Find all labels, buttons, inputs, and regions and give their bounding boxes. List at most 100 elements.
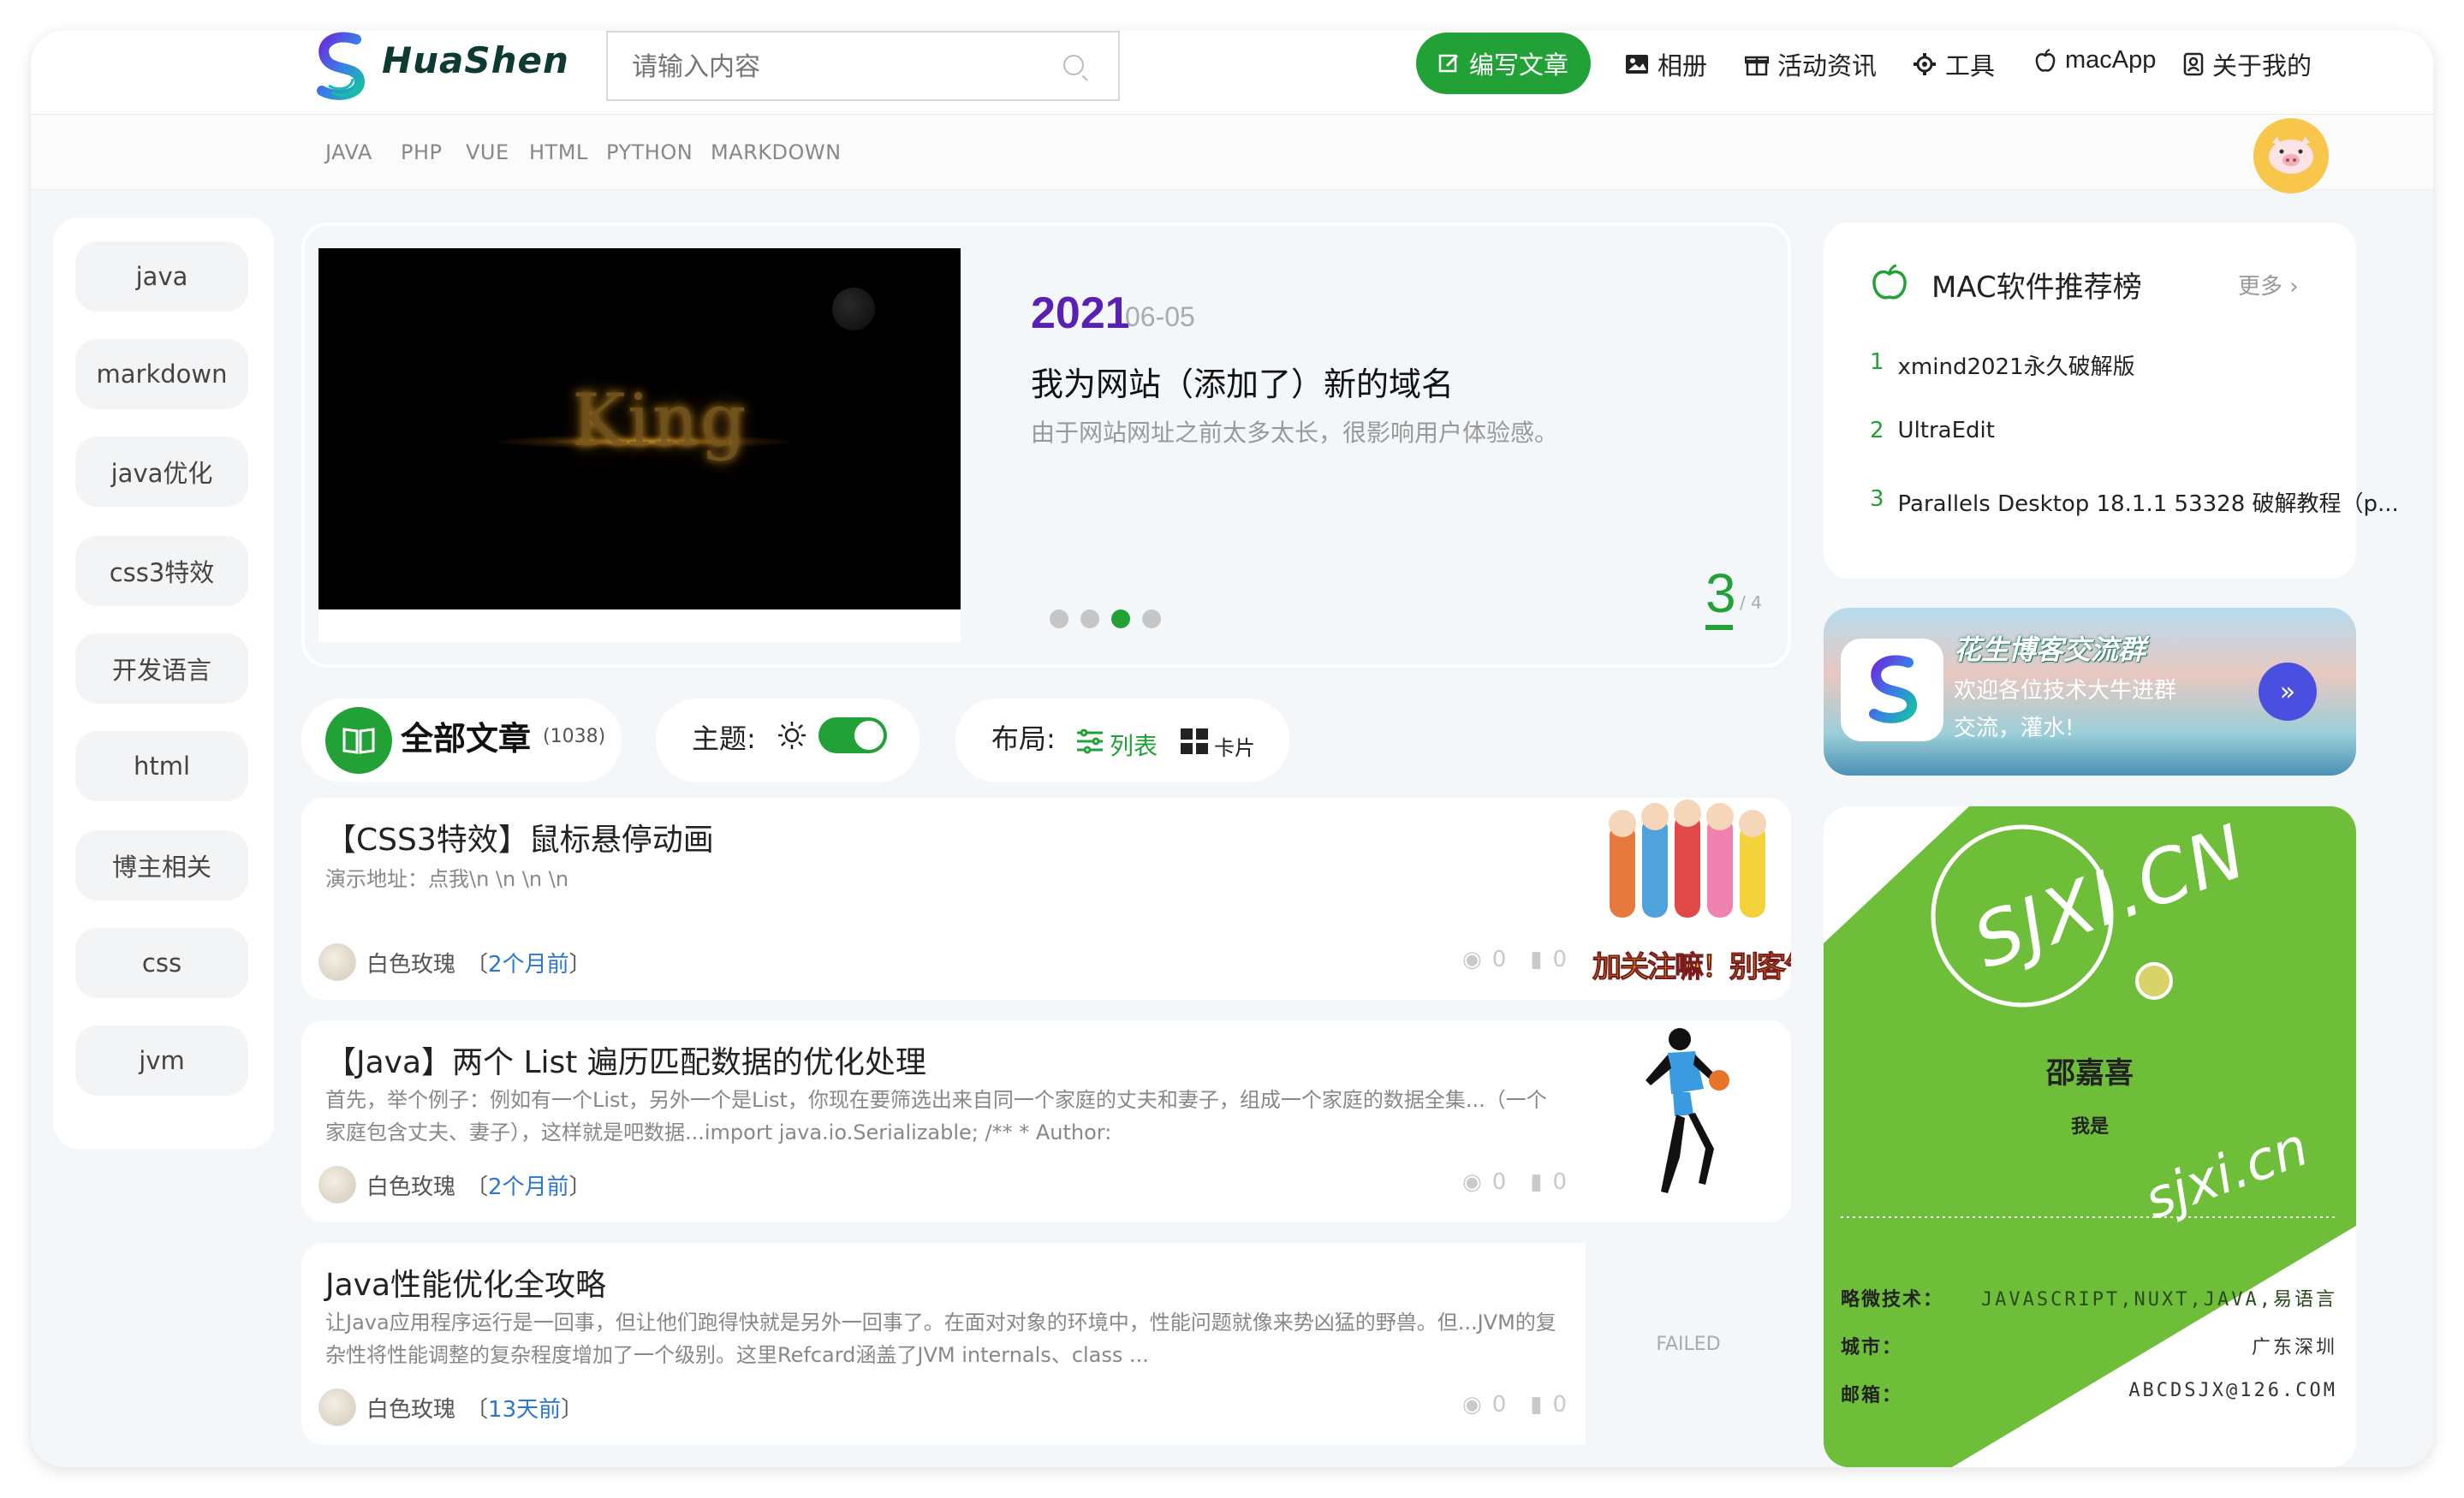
post-excerpt: 演示地址：点我\n \n \n \n	[325, 867, 569, 891]
apple-icon	[1870, 264, 1909, 305]
brand-name[interactable]: HuaShen	[382, 39, 569, 81]
tag-dev-language[interactable]: 开发语言	[75, 633, 248, 704]
post-thumbnail-failed[interactable]: FAILED	[1586, 1243, 1791, 1445]
post-meta: 白色玫瑰 〔2个月前〕	[318, 943, 592, 981]
mac-item[interactable]: 1 xmind2021永久破解版	[1870, 349, 2135, 381]
pig-avatar-icon	[2269, 136, 2313, 174]
post-meta: 白色玫瑰 〔2个月前〕	[318, 1166, 592, 1204]
post-thumbnail[interactable]	[1586, 1020, 1791, 1222]
nav-events[interactable]: 活动资讯	[1745, 46, 1877, 82]
post-excerpt: 首先，举个例子：例如有一个List，另外一个是List，你现在要筛选出来自同一个…	[325, 1088, 1547, 1144]
tag-jvm[interactable]: jvm	[75, 1025, 248, 1096]
subnav-php[interactable]: PHP	[401, 140, 443, 164]
eye-icon: ◉	[1462, 947, 1482, 972]
carousel-description: 由于网站网址之前太多太长，很影响用户体验感。	[1031, 419, 1559, 447]
layout-list-option[interactable]: 列表	[1075, 721, 1158, 762]
tag-markdown[interactable]: markdown	[75, 339, 248, 409]
logo-icon[interactable]	[310, 31, 370, 103]
toggle-knob	[854, 721, 884, 750]
subnav-vue[interactable]: VUE	[466, 140, 509, 164]
post-time: 13天前	[488, 1396, 562, 1423]
book-icon	[325, 707, 392, 774]
layout-card-option[interactable]: 卡片	[1180, 721, 1255, 761]
nav-about[interactable]: 关于我的	[2183, 46, 2312, 82]
nav-album[interactable]: 相册	[1625, 46, 1707, 82]
carousel-image-text: King	[572, 378, 748, 462]
more-link[interactable]: 更多 ›	[2238, 269, 2299, 300]
theme-toggle[interactable]	[818, 717, 887, 753]
post-card[interactable]: Java性能优化全攻略 让Java应用程序运行是一回事，但让他们跑得快就是另外一…	[301, 1243, 1791, 1445]
carousel-dot-2[interactable]	[1080, 609, 1099, 628]
thumbnail-caption: 加关注嘛！别客气~~	[1592, 950, 1791, 985]
top-bar: HuaShen 编写文章 相册 活动资讯 工具 macApp 关于我的	[31, 31, 2433, 115]
post-date: 06-05	[1125, 301, 1195, 332]
carousel-image[interactable]: King	[318, 248, 961, 609]
carousel-dot-1[interactable]	[1050, 609, 1068, 628]
user-avatar[interactable]	[2253, 118, 2329, 193]
subnav-python[interactable]: PYTHON	[606, 140, 693, 164]
comment-icon: ▮	[1530, 947, 1543, 972]
author-avatar[interactable]	[318, 943, 356, 981]
tag-html[interactable]: html	[75, 731, 248, 801]
chat-group-banner[interactable]: 花生博客交流群 欢迎各位技术大牛进群 交流，灌水! »	[1824, 608, 2356, 776]
post-thumbnail[interactable]: 加关注嘛！别客气~~	[1586, 798, 1791, 1000]
author-name[interactable]: 白色玫瑰	[366, 947, 455, 978]
edit-icon	[1438, 54, 1459, 73]
join-group-button[interactable]: »	[2259, 663, 2317, 721]
mac-item[interactable]: 2 UltraEdit	[1870, 418, 1995, 443]
post-stats: ◉ 0 ▮ 0	[1462, 1169, 1567, 1195]
comment-count: 0	[1552, 1169, 1568, 1195]
mac-item[interactable]: 3 Parallels Desktop 18.1.1 53328 破解教程（p..…	[1870, 486, 2399, 518]
eye-icon: ◉	[1462, 1392, 1482, 1418]
post-card[interactable]: 【Java】两个 List 遍历匹配数据的优化处理 首先，举个例子：例如有一个L…	[301, 1020, 1791, 1222]
tag-java-optimize[interactable]: java优化	[75, 437, 248, 507]
view-count: 0	[1491, 947, 1507, 972]
carousel-dot-3[interactable]	[1111, 609, 1130, 628]
profile-email-value[interactable]: ABCDSJX@126.COM	[2128, 1380, 2337, 1401]
post-stats: ◉ 0 ▮ 0	[1462, 1392, 1567, 1418]
post-stats: ◉ 0 ▮ 0	[1462, 947, 1567, 972]
write-article-button[interactable]: 编写文章	[1416, 33, 1591, 94]
tag-css3-effects[interactable]: css3特效	[75, 536, 248, 606]
author-avatar[interactable]	[318, 1166, 356, 1204]
author-avatar[interactable]	[318, 1388, 356, 1426]
profile-city-label: 城市：	[1841, 1337, 1903, 1358]
profile-skills-value: JAVASCRIPT,NUXT,JAVA,易语言	[1980, 1289, 2337, 1311]
search-input[interactable]	[632, 50, 1034, 84]
gear-icon	[1913, 53, 1936, 75]
subnav-markdown[interactable]: MARKDOWN	[711, 140, 842, 164]
article-count: (1038)	[543, 726, 606, 747]
sliders-icon	[1077, 728, 1103, 754]
subnav-java[interactable]: JAVA	[325, 140, 372, 164]
view-count: 0	[1491, 1392, 1507, 1418]
layout-label: 布局:	[991, 722, 1056, 755]
nav-tools[interactable]: 工具	[1913, 46, 1995, 82]
apple-icon	[2035, 48, 2056, 72]
author-name[interactable]: 白色玫瑰	[366, 1169, 455, 1201]
write-article-label: 编写文章	[1468, 51, 1568, 80]
mac-ranking-title: MAC软件推荐榜	[1931, 270, 2142, 305]
carousel-title[interactable]: 我为网站（添加了）新的域名	[1031, 358, 1454, 405]
profile-name: 邵嘉喜	[2046, 1056, 2134, 1091]
post-time: 2个月前	[488, 1174, 569, 1200]
nav-macapp[interactable]: macApp	[2034, 46, 2156, 74]
slide-underline	[1705, 625, 1733, 630]
tag-css[interactable]: css	[75, 928, 248, 998]
carousel-dot-4[interactable]	[1142, 609, 1161, 628]
post-title[interactable]: 【CSS3特效】鼠标悬停动画	[325, 815, 714, 859]
carousel-image-caption-strip	[318, 609, 961, 642]
subnav-html[interactable]: HTML	[529, 140, 588, 164]
gift-icon	[1745, 56, 1769, 76]
post-title[interactable]: 【Java】两个 List 遍历匹配数据的优化处理	[325, 1037, 926, 1082]
comment-count: 0	[1552, 1392, 1568, 1418]
image-icon	[1626, 55, 1648, 74]
search-icon[interactable]	[1063, 55, 1084, 75]
tag-java[interactable]: java	[75, 241, 248, 312]
post-excerpt: 让Java应用程序运行是一回事，但让他们跑得快就是另外一回事了。在面对对象的环境…	[325, 1311, 1556, 1367]
double-chevron-right-icon: »	[2279, 676, 2296, 707]
post-card[interactable]: 【CSS3特效】鼠标悬停动画 演示地址：点我\n \n \n \n 白色玫瑰 〔…	[301, 798, 1791, 1000]
post-title[interactable]: Java性能优化全攻略	[325, 1260, 606, 1305]
author-name[interactable]: 白色玫瑰	[366, 1392, 455, 1424]
tag-blogger[interactable]: 博主相关	[75, 830, 248, 901]
search-box[interactable]	[606, 31, 1120, 101]
